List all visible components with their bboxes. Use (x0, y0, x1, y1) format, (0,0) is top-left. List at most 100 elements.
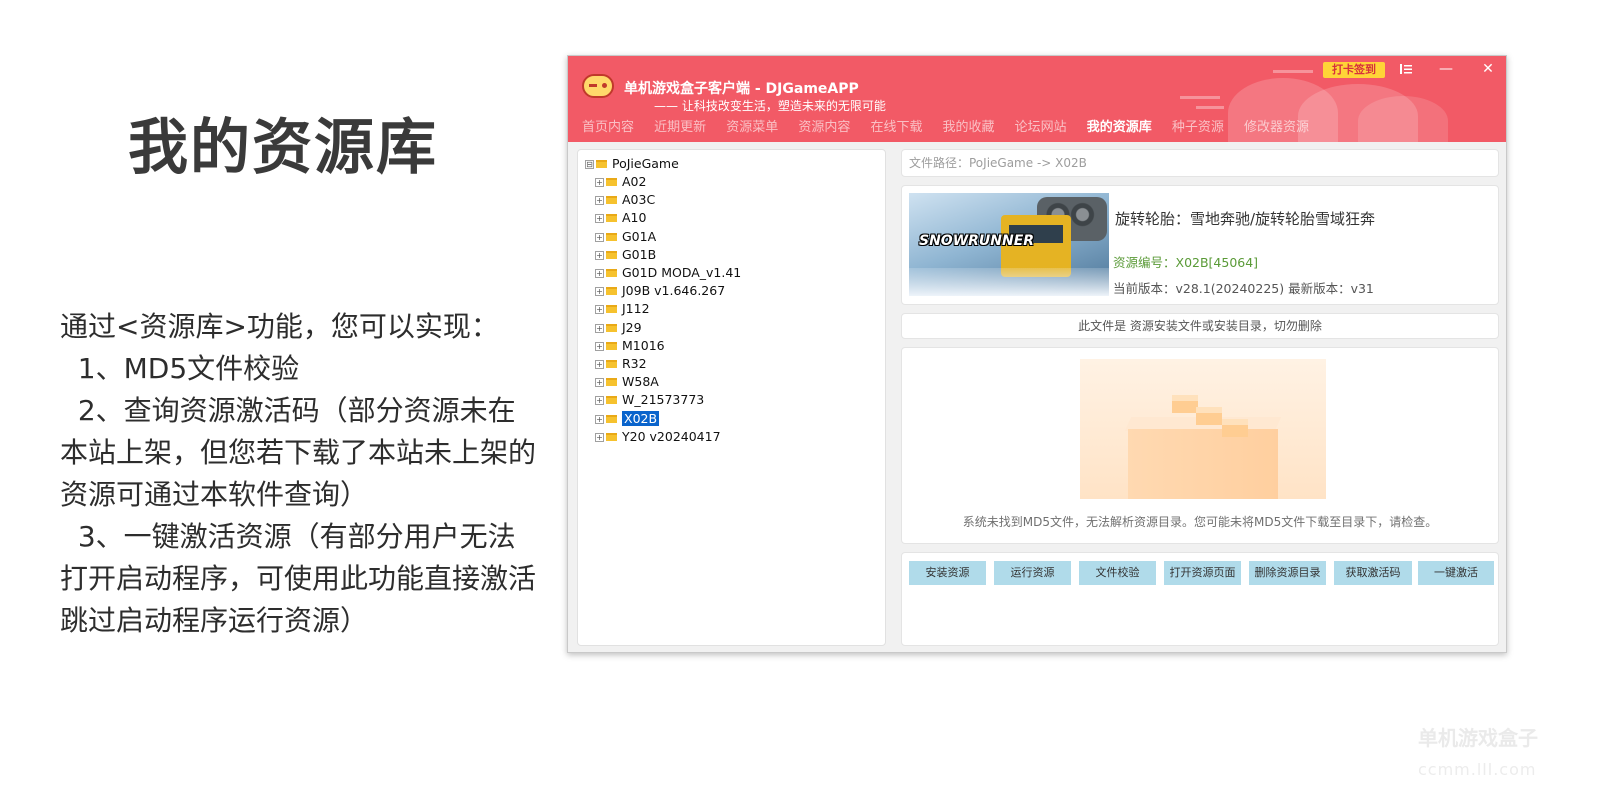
expand-toggle-icon[interactable]: + (595, 250, 604, 260)
tree-item[interactable]: + R32 (595, 355, 647, 373)
nav-tab-trainers[interactable]: 修改器资源 (1244, 116, 1309, 135)
verify-files-button[interactable]: 文件校验 (1079, 561, 1156, 585)
gamepad-logo-icon (582, 74, 614, 98)
expand-toggle-icon[interactable]: + (595, 196, 604, 206)
expand-toggle-icon[interactable]: + (595, 360, 604, 369)
tree-item-label: R32 (622, 356, 647, 371)
folder-icon (606, 178, 617, 186)
md5-status-card: 系统未找到MD5文件，无法解析资源目录。您可能未将MD5文件下载至目录下，请检查… (901, 347, 1499, 544)
folder-icon (606, 250, 617, 259)
md5-missing-message: 系统未找到MD5文件，无法解析资源目录。您可能未将MD5文件下载至目录下，请检查… (962, 515, 1438, 529)
tree-item-label: A02 (622, 174, 647, 189)
expand-toggle-icon[interactable]: + (595, 287, 604, 297)
cloud-decoration (1196, 106, 1224, 109)
expand-toggle-icon[interactable]: + (595, 178, 604, 187)
list-icon[interactable] (1394, 58, 1418, 80)
tree-item[interactable]: + X02B (595, 410, 660, 428)
folder-icon (606, 432, 617, 441)
tree-item[interactable]: + Y20 v20240417 (595, 428, 721, 446)
expand-toggle-icon[interactable]: + (595, 432, 604, 442)
tree-item-label: J29 (622, 319, 642, 335)
app-window: 单机游戏盒子客户端 - DJGameAPP —— 让科技改变生活，塑造未来的无限… (567, 55, 1507, 653)
cover-snow (909, 268, 1109, 296)
run-resource-button[interactable]: 运行资源 (994, 561, 1071, 585)
install-resource-button[interactable]: 安装资源 (909, 561, 986, 585)
folder-icon (606, 196, 617, 205)
expand-toggle-icon[interactable]: + (595, 414, 604, 424)
nav-tab-resource-menu[interactable]: 资源菜单 (726, 116, 778, 135)
one-click-activate-button[interactable]: 一键激活 (1418, 561, 1494, 585)
nav-tab-recent[interactable]: 近期更新 (654, 116, 706, 135)
nav-tab-online-download[interactable]: 在线下载 (870, 116, 922, 135)
tree-item[interactable]: + G01B (595, 246, 656, 264)
open-resource-page-button[interactable]: 打开资源页面 (1164, 561, 1241, 585)
folder-icon (606, 396, 617, 405)
tree-item-label: W58A (622, 374, 659, 390)
title-bar: 单机游戏盒子客户端 - DJGameAPP —— 让科技改变生活，塑造未来的无限… (568, 56, 1506, 142)
nav-tab-favorites[interactable]: 我的收藏 (943, 116, 995, 135)
empty-state-illustration (1080, 359, 1326, 499)
minimize-button[interactable]: — (1434, 58, 1458, 80)
folder-icon (606, 414, 617, 423)
slide-line: 2、查询资源激活码（部分资源未在本站上架，但您若下载了本站未上架的资源可通过本软… (60, 394, 537, 511)
get-activation-code-button[interactable]: 获取激活码 (1334, 561, 1412, 585)
tree-item[interactable]: + W_21573773 (595, 391, 704, 409)
nav-tab-resource-content[interactable]: 资源内容 (798, 116, 850, 135)
tree-item[interactable]: + A10 (595, 209, 646, 227)
file-path-bar: 文件路径：PoJieGame -> X02B (901, 149, 1499, 177)
slide-title: 我的资源库 (128, 113, 438, 183)
tree-item[interactable]: + M1016 (595, 337, 665, 355)
tree-item[interactable]: + A03C (595, 191, 655, 209)
expand-toggle-icon[interactable]: + (595, 396, 604, 406)
cover-logo-text: SNOWRUNNER (919, 233, 1035, 249)
tree-item-label: Y20 v20240417 (622, 428, 721, 444)
tree-root-label: PoJieGame (612, 156, 679, 171)
folder-tree[interactable]: ⊟ PoJieGame + A02 + A03C + A10 + G01A + G01B + G01D … (577, 149, 886, 646)
slide-line: 1、MD5文件校验 (60, 352, 300, 385)
cloud-decoration (1273, 70, 1313, 73)
expand-toggle-icon[interactable]: + (595, 378, 604, 388)
expand-toggle-icon[interactable]: + (595, 323, 604, 333)
expand-toggle-icon[interactable]: + (595, 232, 604, 242)
folder-icon (606, 378, 617, 387)
nav-tab-forum[interactable]: 论坛网站 (1015, 116, 1067, 135)
tree-item[interactable]: + A02 (595, 173, 646, 191)
nav-tab-my-library[interactable]: 我的资源库 (1087, 116, 1152, 135)
tree-item[interactable]: + J112 (595, 300, 650, 318)
action-buttons-panel: 安装资源 运行资源 文件校验 打开资源页面 删除资源目录 获取激活码 一键激活 (901, 552, 1499, 646)
expand-toggle-icon[interactable]: + (595, 341, 604, 351)
folder-icon (606, 287, 617, 296)
folder-icon (606, 214, 617, 223)
slide-line: 3、一键激活资源（有部分用户无法打开启动程序，可使用此功能直接激活跳过启动程序运… (60, 520, 537, 637)
daily-signin-button[interactable]: 打卡签到 (1323, 62, 1385, 78)
expand-toggle-icon[interactable]: + (595, 214, 604, 224)
close-button[interactable]: ✕ (1476, 58, 1500, 80)
collapse-toggle-icon[interactable]: ⊟ (585, 160, 594, 169)
tree-item[interactable]: + J09B v1.646.267 (595, 282, 725, 300)
folder-icon (606, 305, 617, 314)
folder-icon (606, 232, 617, 241)
tree-item-label: J112 (622, 301, 650, 317)
tree-root[interactable]: ⊟ PoJieGame (585, 155, 679, 173)
tree-item[interactable]: + G01D MODA_v1.41 (595, 264, 741, 282)
tree-item-label: X02B (622, 410, 660, 426)
tree-item-label: J09B v1.646.267 (622, 283, 726, 299)
tree-item-label: M1016 (622, 337, 665, 353)
tree-item[interactable]: + W58A (595, 373, 659, 391)
tree-item-label: A10 (622, 210, 647, 226)
tree-item-label: A03C (622, 192, 656, 208)
nav-tab-torrents[interactable]: 种子资源 (1172, 116, 1224, 135)
nav-tab-home[interactable]: 首页内容 (582, 116, 634, 135)
tree-item-label: G01B (622, 246, 657, 262)
expand-toggle-icon[interactable]: + (595, 305, 604, 315)
watermark-url: ccmm.lll.com (1418, 760, 1537, 779)
tree-item[interactable]: + G01A (595, 228, 656, 246)
delete-resource-dir-button[interactable]: 删除资源目录 (1249, 561, 1326, 585)
slide-description: 通过<资源库>功能，您可以实现： 1、MD5文件校验 2、查询资源激活码（部分资… (60, 306, 540, 642)
tree-item[interactable]: + J29 (595, 319, 642, 337)
folder-icon (596, 160, 607, 168)
art-pillar (1128, 429, 1278, 499)
expand-toggle-icon[interactable]: + (595, 269, 604, 278)
app-slogan: —— 让科技改变生活，塑造未来的无限可能 (654, 99, 886, 113)
cloud-decoration (1180, 96, 1220, 99)
